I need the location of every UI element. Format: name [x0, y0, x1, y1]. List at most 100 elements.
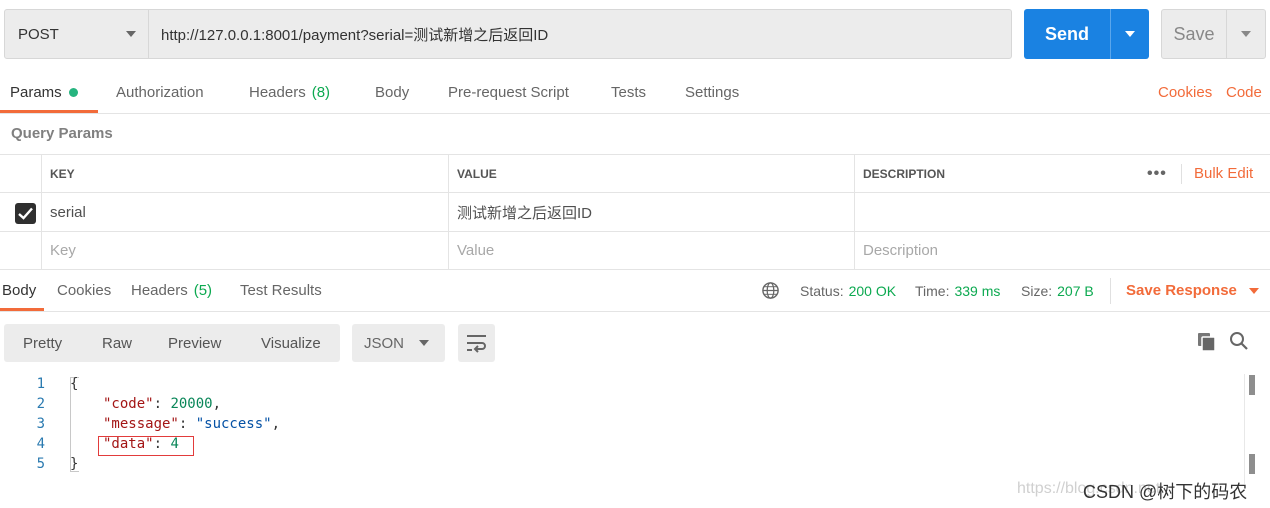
tab-prerequest-label: Pre-request Script — [448, 84, 569, 101]
scrollbar-track — [1244, 374, 1245, 484]
active-tab-underline — [0, 110, 98, 113]
request-tabs: Params Authorization Headers (8) Body Pr… — [0, 72, 1270, 114]
tab-prerequest-script[interactable]: Pre-request Script — [448, 72, 569, 113]
send-button[interactable]: Send — [1024, 9, 1149, 59]
comma: , — [271, 416, 281, 432]
tab-tests[interactable]: Tests — [611, 72, 646, 113]
key-column-header: KEY — [41, 155, 448, 192]
code-line-2: "code": 20000, — [103, 394, 221, 414]
tab-authorization-label: Authorization — [116, 84, 204, 101]
size-value: 207 B — [1057, 282, 1094, 299]
tab-params[interactable]: Params — [10, 72, 78, 113]
new-description-input[interactable]: Description — [854, 232, 1270, 269]
copy-icon[interactable] — [1197, 332, 1217, 352]
wrap-lines-button[interactable] — [458, 324, 495, 362]
json-value-message: "success" — [195, 416, 272, 432]
save-response-button[interactable]: Save Response — [1126, 270, 1259, 311]
tab-tests-label: Tests — [611, 84, 647, 101]
tab-settings-label: Settings — [685, 84, 740, 101]
status-divider — [1110, 278, 1111, 304]
response-tab-headers-label: Headers — [131, 282, 188, 299]
close-brace: } — [70, 456, 79, 472]
visualize-button[interactable]: Visualize — [261, 324, 321, 362]
json-value-code: 20000 — [170, 396, 213, 412]
line-number: 4 — [36, 436, 45, 452]
time-label: Time: — [915, 282, 950, 299]
params-table: KEY VALUE DESCRIPTION ••• Bulk Edit seri… — [0, 154, 1270, 270]
params-header-row: KEY VALUE DESCRIPTION ••• Bulk Edit — [0, 155, 1270, 193]
response-tab-body[interactable]: Body — [2, 270, 36, 311]
response-tab-headers-count: (5) — [193, 282, 213, 299]
new-value-input[interactable]: Value — [448, 232, 854, 269]
send-dropdown-chevron-icon[interactable] — [1111, 9, 1149, 59]
tab-params-label: Params — [10, 84, 62, 101]
json-key-code: "code" — [103, 396, 154, 412]
param-description-cell[interactable] — [854, 193, 1270, 231]
chevron-down-icon — [126, 31, 136, 37]
wrap-lines-icon — [467, 335, 486, 353]
tab-body[interactable]: Body — [375, 72, 409, 113]
response-tab-cookies[interactable]: Cookies — [57, 270, 111, 311]
table-row-empty: Key Value Description — [0, 232, 1270, 270]
code-link[interactable]: Code — [1226, 72, 1262, 113]
param-enabled-checkbox[interactable] — [15, 203, 36, 224]
param-value-cell[interactable]: 测试新增之后返回ID — [448, 193, 854, 231]
tab-authorization[interactable]: Authorization — [116, 72, 204, 113]
preview-button[interactable]: Preview — [168, 324, 221, 362]
more-options-icon[interactable]: ••• — [1147, 155, 1167, 192]
scrollbar-thumb-bottom[interactable] — [1249, 454, 1255, 474]
url-text: http://127.0.0.1:8001/payment?serial=测试新… — [161, 26, 549, 44]
size-readout: Size: 207 B — [1021, 270, 1094, 311]
response-tab-headers[interactable]: Headers (5) — [131, 270, 212, 311]
request-bar: POST http://127.0.0.1:8001/payment?seria… — [4, 9, 1266, 59]
value-column-header: VALUE — [448, 155, 854, 192]
colon: : — [178, 416, 196, 432]
new-key-input[interactable]: Key — [41, 232, 448, 269]
time-readout: Time: 339 ms — [915, 270, 1000, 311]
check-icon — [18, 207, 33, 220]
tab-settings[interactable]: Settings — [685, 72, 739, 113]
table-row: serial 测试新增之后返回ID — [0, 193, 1270, 232]
status-value: 200 OK — [848, 282, 897, 299]
save-response-label: Save Response — [1126, 282, 1237, 299]
header-divider — [1181, 164, 1182, 184]
response-tabs: Body Cookies Headers (5) Test Results St… — [0, 270, 1270, 312]
chevron-down-icon — [1248, 287, 1259, 294]
query-params-title: Query Params — [11, 125, 113, 142]
line-number: 1 — [36, 376, 45, 392]
size-label: Size: — [1021, 282, 1053, 299]
save-button[interactable]: Save — [1161, 9, 1266, 59]
line-number: 5 — [36, 456, 45, 472]
format-select[interactable]: JSON — [352, 324, 445, 362]
tab-body-label: Body — [375, 84, 410, 101]
send-label: Send — [1044, 23, 1089, 44]
chevron-down-icon — [419, 340, 429, 346]
status-label: Status: — [800, 282, 844, 299]
search-icon[interactable] — [1229, 331, 1249, 351]
url-input[interactable]: http://127.0.0.1:8001/payment?serial=测试新… — [148, 9, 1012, 59]
response-tab-body-label: Body — [2, 282, 37, 299]
tab-headers[interactable]: Headers (8) — [249, 72, 330, 113]
response-tab-test-results[interactable]: Test Results — [240, 270, 322, 311]
watermark-brand: CSDN @树下的码农 — [1083, 482, 1248, 502]
pretty-button[interactable]: Pretty — [23, 324, 62, 362]
save-label: Save — [1173, 23, 1215, 44]
raw-button[interactable]: Raw — [102, 324, 132, 362]
highlight-annotation-box — [98, 436, 194, 456]
response-tab-test-results-label: Test Results — [240, 282, 322, 299]
comma: , — [212, 396, 222, 412]
param-key-cell[interactable]: serial — [41, 193, 448, 231]
status-readout: Status: 200 OK — [800, 270, 896, 311]
scrollbar-thumb-top[interactable] — [1249, 375, 1255, 395]
response-active-underline — [0, 308, 44, 311]
response-tab-cookies-label: Cookies — [57, 282, 112, 299]
json-key-message: "message" — [103, 416, 179, 432]
method-label: POST — [18, 25, 59, 43]
code-line-5: } — [70, 454, 78, 474]
cookies-link[interactable]: Cookies — [1158, 72, 1212, 113]
globe-icon[interactable] — [761, 281, 780, 300]
save-dropdown-chevron-icon[interactable] — [1227, 10, 1265, 58]
active-dot-icon — [68, 88, 78, 97]
bulk-edit-link[interactable]: Bulk Edit — [1194, 155, 1253, 192]
method-select[interactable]: POST — [4, 9, 149, 59]
